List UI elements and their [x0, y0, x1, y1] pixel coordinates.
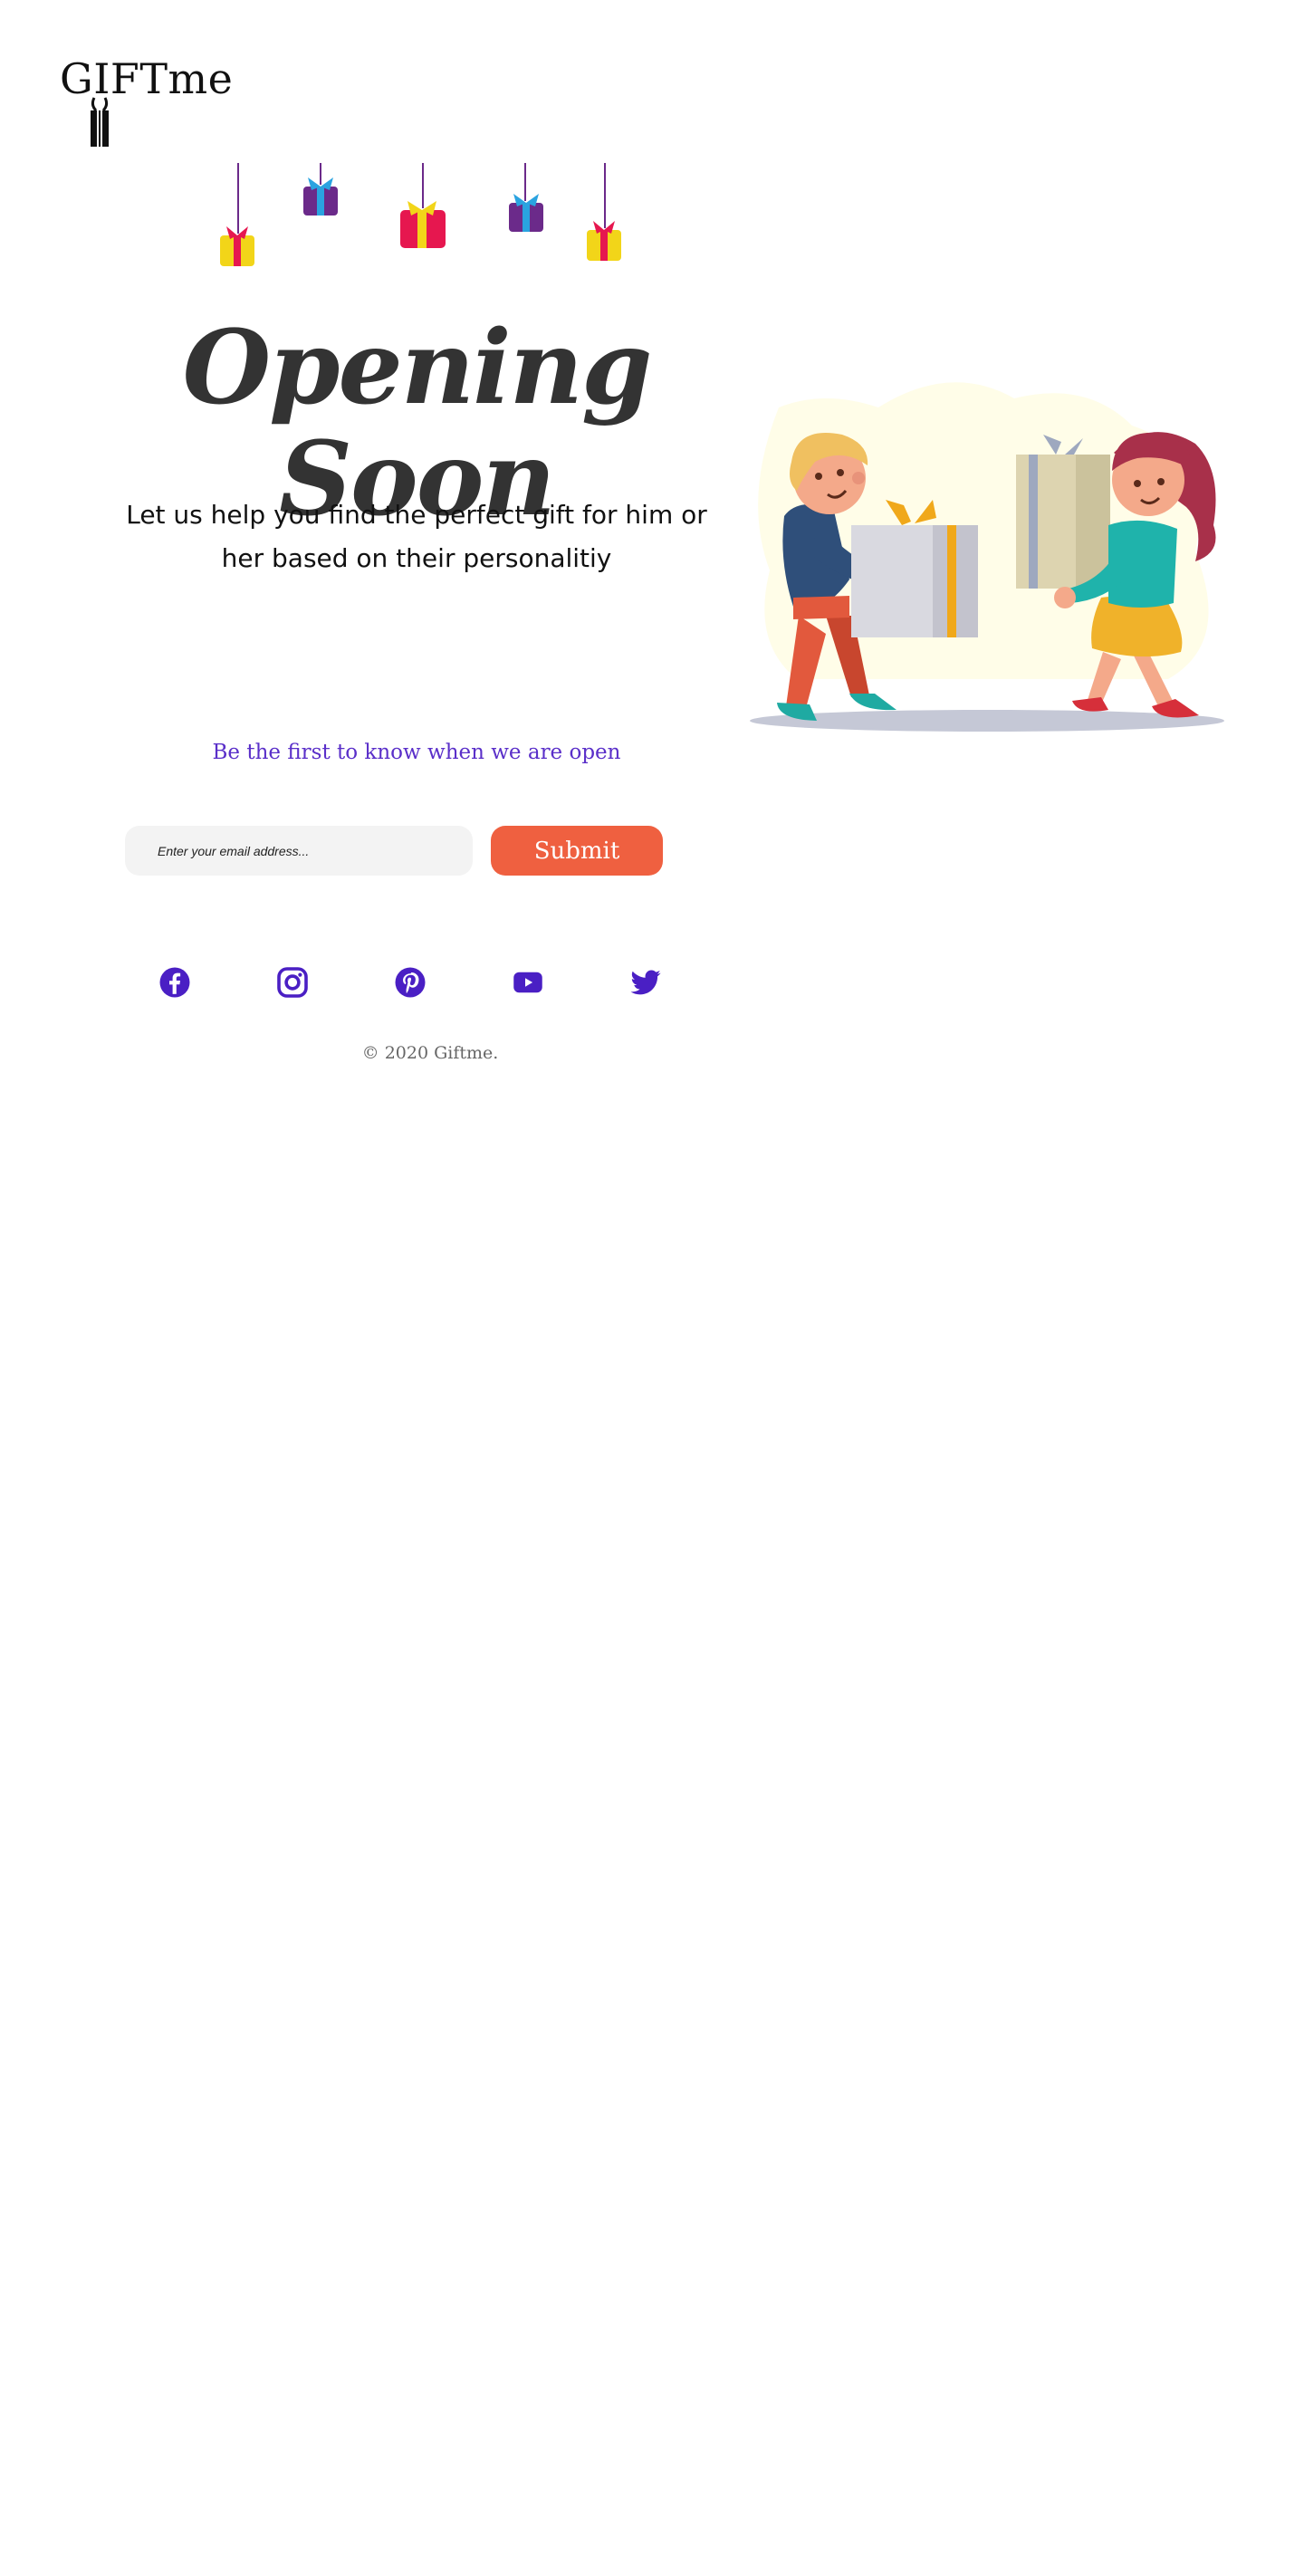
- pinterest-link[interactable]: [393, 965, 427, 1000]
- hanging-gift-icon: [400, 163, 446, 248]
- facebook-link[interactable]: [158, 965, 192, 1000]
- logo-text[interactable]: GIFTme: [60, 54, 233, 103]
- youtube-link[interactable]: [511, 965, 545, 1000]
- email-input[interactable]: [125, 826, 473, 876]
- social-links: [158, 965, 674, 1001]
- notify-text: Be the first to know when we are open: [212, 741, 621, 764]
- facebook-icon: [159, 967, 190, 998]
- copyright-text: © 2020 Giftme.: [361, 1043, 499, 1063]
- logo-gift-icon: [91, 97, 109, 147]
- twitter-link[interactable]: [628, 965, 663, 1000]
- hanging-gift-icon: [509, 163, 543, 232]
- pinterest-icon: [395, 967, 426, 998]
- page-subtitle: Let us help you find the perfect gift fo…: [126, 500, 707, 573]
- gift-box-beige: [1016, 435, 1110, 589]
- hanging-gift-icon: [303, 163, 338, 215]
- instagram-icon: [277, 967, 308, 998]
- submit-button[interactable]: Submit: [491, 826, 663, 876]
- hanging-gift-icon: [220, 163, 254, 266]
- twitter-icon: [630, 970, 661, 995]
- page: GIFTme Opening Soon Let us help you find…: [0, 0, 1304, 2576]
- hanging-gifts-decoration: [220, 163, 621, 266]
- youtube-icon: [513, 972, 542, 993]
- kids-exchanging-gifts-illustration: [750, 382, 1224, 732]
- instagram-link[interactable]: [275, 965, 310, 1000]
- hanging-gift-icon: [587, 163, 621, 261]
